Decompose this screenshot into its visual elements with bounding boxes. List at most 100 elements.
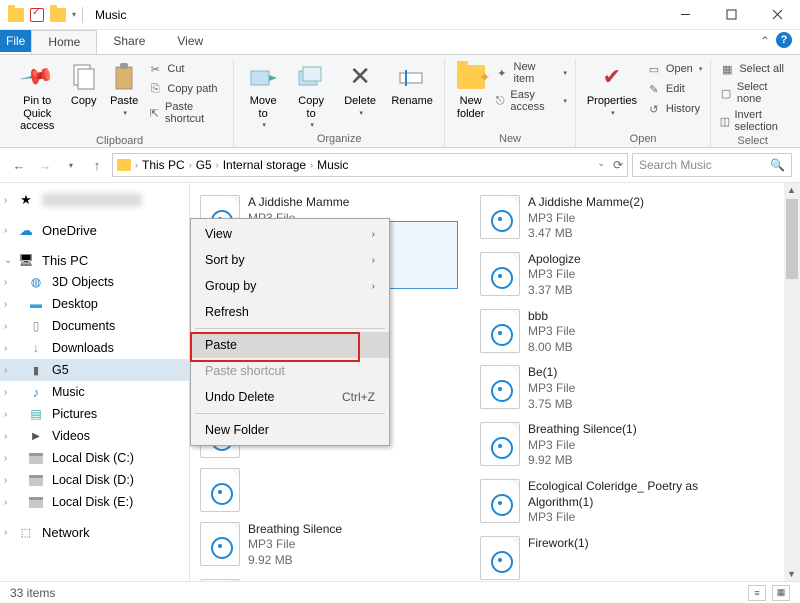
rename-button[interactable]: Rename [388,59,436,108]
history-button[interactable]: ↺History [646,101,702,117]
copy-button[interactable]: Copy [67,59,101,108]
copy-path-button[interactable]: ⎘Copy path [147,81,225,97]
details-view-button[interactable]: ≡ [748,585,766,601]
file-item[interactable] [194,464,474,516]
copy-path-icon: ⎘ [147,81,163,97]
search-input[interactable]: Search Music 🔍 [632,153,792,177]
ctx-new-folder[interactable]: New Folder [191,417,389,443]
crumb-music[interactable]: Music [317,158,348,172]
mp3-file-icon [480,422,520,466]
move-to-button[interactable]: Move to▾ [242,59,284,130]
back-button[interactable]: ← [8,154,30,176]
sidebar-item-local-c[interactable]: ›Local Disk (C:) [0,447,189,469]
pin-to-quick-access-button[interactable]: 📌 Pin to Quick access [14,59,61,133]
ctx-group-by[interactable]: Group by› [191,273,389,299]
address-bar[interactable]: › This PC › G5 › Internal storage › Musi… [112,153,628,177]
minimize-button[interactable] [662,0,708,30]
chevron-icon[interactable]: › [135,160,138,170]
crumb-g5[interactable]: G5 [196,158,212,172]
sidebar-item-local-e[interactable]: ›Local Disk (E:) [0,491,189,513]
ctx-undo-delete[interactable]: Undo DeleteCtrl+Z [191,384,389,410]
pictures-icon [28,406,44,422]
invert-selection-button[interactable]: ◫Invert selection [719,109,786,133]
sidebar-item-downloads[interactable]: ›Downloads [0,337,189,359]
quick-access-label [42,193,142,207]
status-bar: 33 items ≡ ▦ [0,581,800,603]
close-button[interactable] [754,0,800,30]
tiles-view-button[interactable]: ▦ [772,585,790,601]
qat-dropdown[interactable]: ▾ [72,10,76,19]
paste-label: Paste [110,95,138,108]
file-size: 3.47 MB [528,226,644,242]
shortcut-icon: ⇱ [147,105,161,121]
sidebar-item-3d-objects[interactable]: ›3D Objects [0,271,189,293]
file-name: Be(1) [528,365,575,381]
paste-shortcut-button[interactable]: ⇱Paste shortcut [147,101,225,125]
sidebar-item-music[interactable]: ›Music [0,381,189,403]
sidebar-item-pictures[interactable]: ›Pictures [0,403,189,425]
select-all-button[interactable]: ▦Select all [719,61,786,77]
ctx-refresh[interactable]: Refresh [191,299,389,325]
sidebar-item-videos[interactable]: ›Videos [0,425,189,447]
help-icon[interactable]: ? [776,32,792,48]
ribbon-tabs: File Home Share View ⌃ ? [0,30,800,54]
up-button[interactable]: ↑ [86,154,108,176]
properties-icon[interactable] [30,8,44,22]
sidebar-item-desktop[interactable]: ›Desktop [0,293,189,315]
ctx-sort-by[interactable]: Sort by› [191,247,389,273]
scrollbar[interactable] [784,183,800,581]
tab-home[interactable]: Home [31,30,97,54]
address-dropdown[interactable]: ⌄ [597,158,605,172]
file-item[interactable]: Ecological Coleridge_ Poetry as Algorith… [474,475,754,530]
recent-dropdown[interactable]: ▾ [60,154,82,176]
crumb-this-pc[interactable]: This PC [142,158,185,172]
maximize-button[interactable] [708,0,754,30]
file-item[interactable]: Be(1) MP3 File 3.75 MB [474,361,754,416]
file-item[interactable]: A Jiddishe Mamme(2) MP3 File 3.47 MB [474,191,754,246]
file-name: bbb [528,309,575,325]
refresh-button[interactable]: ⟳ [613,158,623,172]
folder-icon [117,159,131,171]
file-item[interactable]: Breathing Silence MP3 File 9.92 MB [194,518,474,573]
group-organize: Move to▾ Copy to▾ ✕ Delete▾ Rename Organ… [234,59,445,147]
tab-file[interactable]: File [0,30,31,52]
sidebar-quick-access[interactable]: › ★ [0,189,189,211]
open-button[interactable]: ▭Open▾ [646,61,702,77]
new-item-button[interactable]: ✦New item▾ [494,61,567,85]
body: › ★ › OneDrive ⌄ This PC ›3D Objects ›De… [0,182,800,581]
sidebar-this-pc[interactable]: ⌄ This PC [0,249,189,271]
ctx-paste[interactable]: Paste [191,332,389,358]
sidebar-item-documents[interactable]: ›Documents [0,315,189,337]
file-item[interactable]: Apologize MP3 File 3.37 MB [474,248,754,303]
navigation-pane[interactable]: › ★ › OneDrive ⌄ This PC ›3D Objects ›De… [0,183,190,581]
edit-button[interactable]: ✎Edit [646,81,702,97]
file-item[interactable]: Breathing Silence(1) MP3 File 9.92 MB [474,418,754,473]
new-folder-icon[interactable] [50,8,66,22]
paste-button[interactable]: Paste▾ [107,59,141,118]
easy-access-button[interactable]: ⎋Easy access▾ [494,89,567,113]
chevron-right-icon: › [372,255,375,266]
ctx-view[interactable]: View› [191,221,389,247]
sidebar-network[interactable]: ›Network [0,521,189,543]
select-none-button[interactable]: ▢Select none [719,81,786,105]
properties-button[interactable]: ✔ Properties▾ [584,59,640,118]
crumb-internal[interactable]: Internal storage [223,158,306,172]
copy-to-button[interactable]: Copy to▾ [290,59,332,130]
new-folder-button[interactable]: New folder [453,59,488,120]
file-item[interactable]: bbb MP3 File 8.00 MB [474,305,754,360]
cut-button[interactable]: ✂Cut [147,61,225,77]
cloud-icon [18,222,34,238]
mp3-file-icon [480,536,520,580]
file-item[interactable]: Firework(1) [474,532,754,581]
collapse-ribbon-icon[interactable]: ⌃ [760,34,770,48]
sidebar-item-g5[interactable]: ›G5 [0,359,189,381]
scrollbar-thumb[interactable] [786,199,798,279]
rename-icon [396,61,428,93]
tab-share[interactable]: Share [97,30,161,54]
sidebar-item-local-d[interactable]: ›Local Disk (D:) [0,469,189,491]
file-type: MP3 File [528,324,575,340]
sidebar-onedrive[interactable]: › OneDrive [0,219,189,241]
tab-view[interactable]: View [161,30,219,54]
forward-button[interactable]: → [34,154,56,176]
delete-button[interactable]: ✕ Delete▾ [338,59,382,118]
